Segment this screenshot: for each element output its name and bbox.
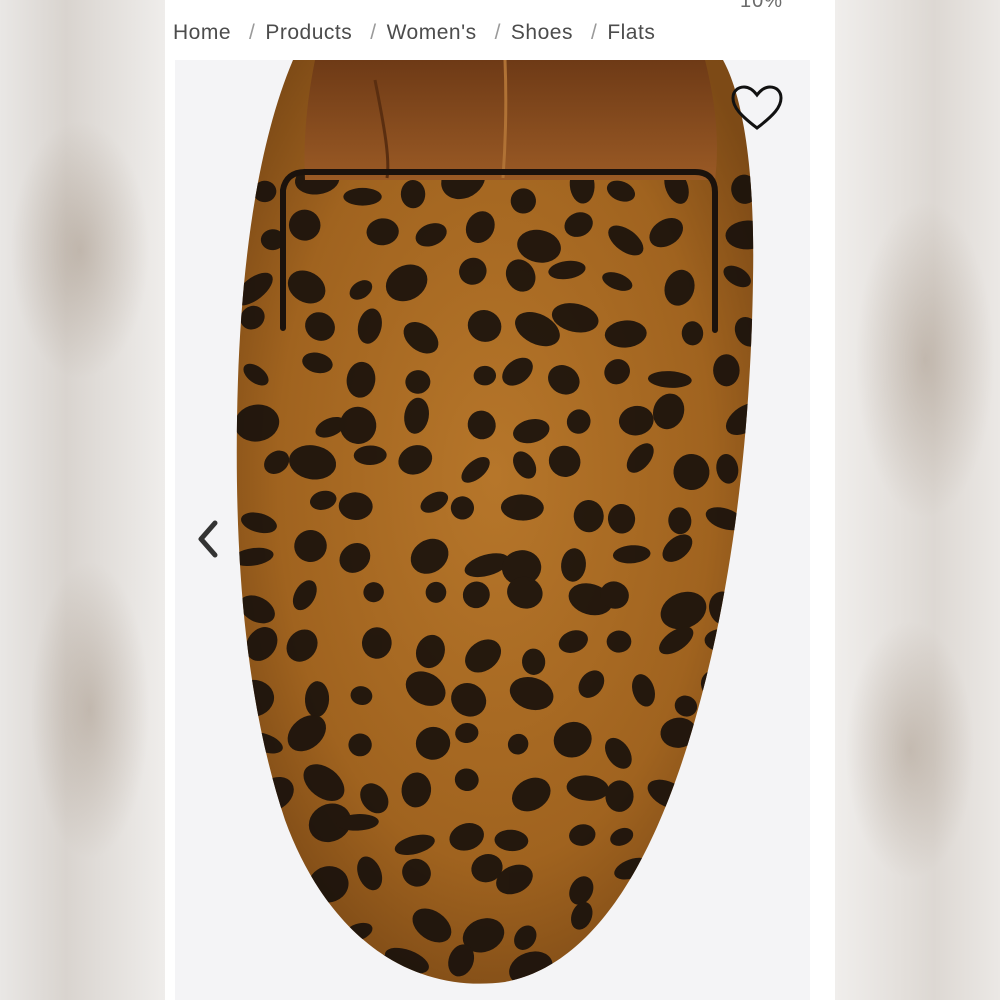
breadcrumb-separator: /	[370, 21, 377, 44]
leopard-spot	[714, 915, 742, 947]
leopard-loafer-illustration	[236, 60, 754, 984]
leopard-spot	[247, 813, 282, 851]
shoe-opening	[304, 60, 717, 180]
leopard-spot	[258, 853, 297, 888]
blurred-background-right	[835, 0, 1000, 1000]
breadcrumb-separator: /	[494, 21, 501, 44]
leopard-spot	[734, 549, 754, 573]
leopard-spot	[655, 906, 681, 933]
breadcrumb-flats[interactable]: Flats	[607, 21, 655, 45]
leopard-spot	[343, 187, 382, 206]
leopard-spot	[733, 868, 754, 889]
leopard-spot	[292, 901, 325, 938]
leopard-spot	[709, 956, 732, 984]
product-image[interactable]	[175, 60, 810, 1000]
breadcrumb-products[interactable]: Products	[265, 21, 352, 45]
leopard-spot	[260, 917, 292, 951]
breadcrumb-shoes[interactable]: Shoes	[511, 21, 573, 45]
leopard-spot	[732, 720, 754, 748]
breadcrumb-home[interactable]: Home	[173, 21, 231, 45]
chevron-left-icon[interactable]	[193, 515, 223, 563]
breadcrumb-womens[interactable]: Women's	[387, 21, 477, 45]
breadcrumb-separator: /	[590, 21, 598, 44]
leopard-spot	[623, 968, 650, 984]
cropped-discount-text: 10%	[739, 0, 783, 12]
leopard-spot	[717, 777, 745, 804]
breadcrumb-separator: /	[249, 21, 256, 44]
leopard-spot	[719, 810, 754, 847]
leopard-spot	[657, 835, 691, 856]
leopard-spot	[564, 957, 608, 984]
leopard-spot	[247, 951, 293, 979]
heart-outline-icon[interactable]	[730, 84, 784, 132]
product-screen: 10% Home / Products / Women's / Shoes / …	[165, 0, 835, 1000]
leopard-spot	[659, 959, 705, 984]
leopard-spot	[307, 961, 351, 984]
leopard-spot	[612, 903, 654, 935]
blurred-background-left	[0, 0, 165, 1000]
leopard-spot	[668, 854, 705, 887]
breadcrumb: Home / Products / Women's / Shoes / Flat…	[173, 18, 655, 48]
